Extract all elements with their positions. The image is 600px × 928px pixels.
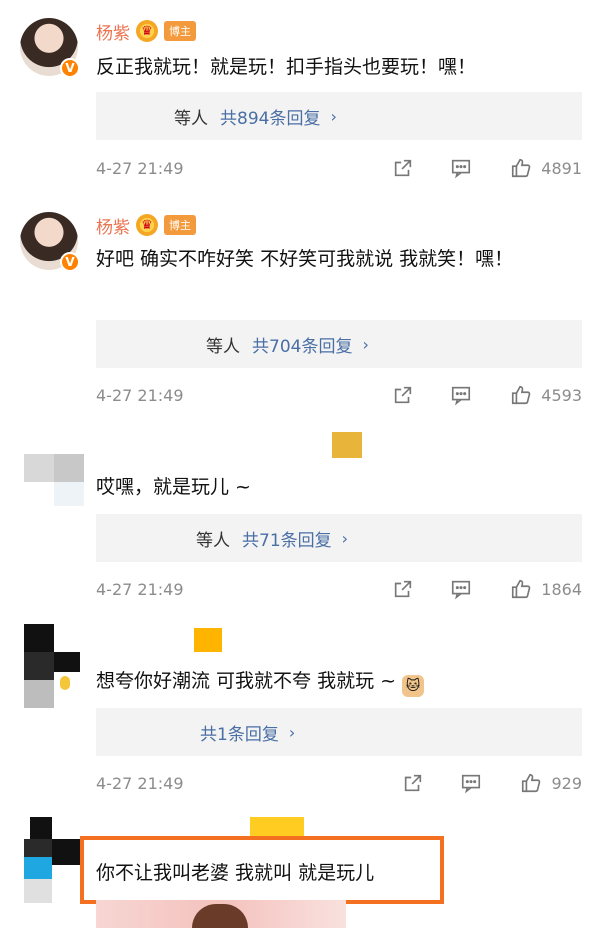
- reply-count-link[interactable]: 共71条回复: [242, 526, 332, 551]
- comment-text: 想夸你好潮流 可我就不夸 我就玩 ~ 🐱: [96, 666, 576, 697]
- thumbs-up-icon[interactable]: [509, 383, 533, 407]
- comment-text: 反正我就玩！就是玩！扣手指头也要玩！嘿！: [96, 56, 477, 78]
- avatar[interactable]: [24, 624, 84, 714]
- comment-item: V 杨紫 ♛ 博主 反正我就玩！就是玩！扣手指头也要玩！嘿！ 等人 共894条回…: [0, 0, 600, 200]
- comment-icon[interactable]: [449, 577, 473, 601]
- crown-icon: ♛: [136, 20, 158, 42]
- username[interactable]: 杨紫: [96, 213, 130, 238]
- comment-item: 想夸你好潮流 可我就不夸 我就玩 ~ 🐱 共1条回复 › 4-27 21:49 …: [0, 620, 600, 815]
- username[interactable]: 杨紫: [96, 19, 130, 44]
- chevron-right-icon: ›: [288, 722, 296, 742]
- comment-item: V 杨紫 ♛ 博主 好吧 确实不咋好笑 不好笑可我就说 我就笑！嘿！ 等人 共7…: [0, 200, 600, 430]
- like-count: 929: [551, 773, 582, 793]
- like-count: 4891: [541, 158, 582, 178]
- comment-text: 哎嘿，就是玩儿 ~: [96, 476, 251, 498]
- verified-v-icon: V: [60, 58, 80, 78]
- avatar[interactable]: [24, 817, 84, 907]
- reply-summary[interactable]: 共1条回复 ›: [96, 708, 582, 756]
- comment-icon[interactable]: [449, 383, 473, 407]
- thumbs-up-icon[interactable]: [509, 156, 533, 180]
- comment-icon[interactable]: [459, 771, 483, 795]
- author-badge: 博主: [164, 21, 196, 41]
- reply-count-link[interactable]: 共1条回复: [200, 720, 279, 745]
- chevron-right-icon: ›: [362, 334, 369, 354]
- comment-icon[interactable]: [449, 156, 473, 180]
- chevron-right-icon: ›: [341, 528, 349, 548]
- thumbs-up-icon[interactable]: [519, 771, 543, 795]
- reply-count-link[interactable]: 共704条回复: [252, 332, 352, 357]
- blurred-username: [332, 432, 362, 458]
- timestamp: 4-27 21:49: [96, 773, 184, 793]
- share-icon[interactable]: [391, 577, 415, 601]
- share-icon[interactable]: [391, 383, 415, 407]
- cat-emoji-icon: 🐱: [402, 675, 425, 697]
- reply-summary[interactable]: 等人 共894条回复 ›: [96, 92, 582, 140]
- comment-item: 哎嘿，就是玩儿 ~ 等人 共71条回复 › 4-27 21:49 1864: [0, 430, 600, 620]
- reply-count-link[interactable]: 共894条回复: [220, 104, 320, 129]
- comment-text: 你不让我叫老婆 我就叫 就是玩儿: [96, 862, 375, 884]
- share-icon[interactable]: [401, 771, 425, 795]
- comment-text-body: 想夸你好潮流 可我就不夸 我就玩 ~: [96, 670, 397, 692]
- share-icon[interactable]: [391, 156, 415, 180]
- reply-summary[interactable]: 等人 共71条回复 ›: [96, 514, 582, 562]
- verified-v-icon: V: [60, 252, 80, 272]
- chevron-right-icon: ›: [330, 106, 337, 126]
- comment-text: 好吧 确实不咋好笑 不好笑可我就说 我就笑！嘿！: [96, 248, 514, 270]
- avatar[interactable]: [24, 454, 84, 544]
- timestamp: 4-27 21:49: [96, 158, 184, 178]
- image-preview[interactable]: [96, 900, 346, 928]
- author-badge: 博主: [164, 215, 196, 235]
- blurred-username: [194, 628, 222, 652]
- thumbs-up-icon[interactable]: [509, 577, 533, 601]
- reply-prefix: 等人: [196, 530, 230, 551]
- timestamp: 4-27 21:49: [96, 385, 184, 405]
- like-count: 4593: [541, 385, 582, 405]
- reply-prefix: 等人: [206, 336, 240, 357]
- reply-summary[interactable]: 等人 共704条回复 ›: [96, 320, 582, 368]
- crown-icon: ♛: [136, 214, 158, 236]
- reply-prefix: 等人: [174, 108, 208, 129]
- timestamp: 4-27 21:49: [96, 579, 184, 599]
- like-count: 1864: [541, 579, 582, 599]
